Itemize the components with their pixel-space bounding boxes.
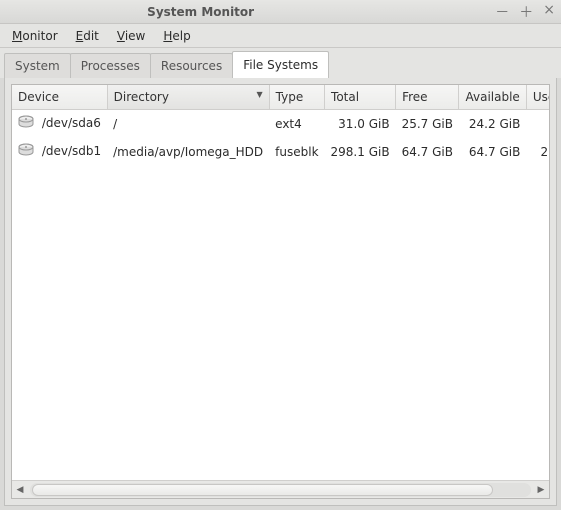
cell-directory: / (107, 110, 269, 138)
col-header-free[interactable]: Free (396, 85, 459, 110)
filesystems-treeview: Device Directory▼ Type Total Free Availa… (11, 84, 550, 499)
table-body: /dev/sda6 / ext4 31.0 GiB 25.7 GiB 24.2 … (12, 110, 549, 166)
table-row[interactable]: /dev/sdb1 /media/avp/Iomega_HDD fuseblk … (12, 138, 549, 166)
tab-processes[interactable]: Processes (70, 53, 151, 79)
col-header-used[interactable]: Used (526, 85, 549, 110)
menu-view[interactable]: View (109, 26, 153, 46)
maximize-button[interactable]: ＋ (519, 2, 533, 22)
cell-device: /dev/sdb1 (42, 144, 101, 158)
cell-device: /dev/sda6 (42, 116, 101, 130)
tab-content: Device Directory▼ Type Total Free Availa… (4, 78, 557, 506)
scroll-right-arrow-icon[interactable]: ▶ (533, 482, 549, 498)
col-header-total[interactable]: Total (325, 85, 396, 110)
cell-total: 31.0 GiB (325, 110, 396, 138)
cell-available: 24.2 GiB (459, 110, 526, 138)
filesystems-table: Device Directory▼ Type Total Free Availa… (12, 85, 549, 166)
close-button[interactable]: × (543, 2, 555, 22)
scrollbar-track[interactable] (30, 483, 531, 497)
tab-system[interactable]: System (4, 53, 71, 79)
col-header-type[interactable]: Type (269, 85, 324, 110)
scroll-left-arrow-icon[interactable]: ◀ (12, 482, 28, 498)
cell-directory: /media/avp/Iomega_HDD (107, 138, 269, 166)
table-wrap: Device Directory▼ Type Total Free Availa… (12, 85, 549, 480)
disk-icon (18, 115, 34, 132)
cell-available: 64.7 GiB (459, 138, 526, 166)
horizontal-scrollbar[interactable]: ◀ ▶ (12, 480, 549, 498)
table-row[interactable]: /dev/sda6 / ext4 31.0 GiB 25.7 GiB 24.2 … (12, 110, 549, 138)
menu-monitor[interactable]: Monitor (4, 26, 66, 46)
cell-free: 64.7 GiB (396, 138, 459, 166)
window-title: System Monitor (0, 5, 495, 19)
titlebar: System Monitor － ＋ × (0, 0, 561, 24)
window-controls: － ＋ × (495, 2, 555, 22)
sort-indicator-icon: ▼ (257, 90, 263, 99)
col-header-directory[interactable]: Directory▼ (107, 85, 269, 110)
col-header-available[interactable]: Available (459, 85, 526, 110)
cell-used: 233 (526, 138, 549, 166)
menu-help[interactable]: Help (155, 26, 198, 46)
disk-icon (18, 143, 34, 160)
menubar: Monitor Edit View Help (0, 24, 561, 48)
tabbar: System Processes Resources File Systems (0, 48, 561, 78)
tab-resources[interactable]: Resources (150, 53, 233, 79)
tab-file-systems[interactable]: File Systems (232, 51, 329, 78)
scrollbar-thumb[interactable] (32, 484, 493, 496)
cell-used: 5 (526, 110, 549, 138)
minimize-button[interactable]: － (495, 2, 509, 22)
cell-total: 298.1 GiB (325, 138, 396, 166)
cell-type: fuseblk (269, 138, 324, 166)
menu-edit[interactable]: Edit (68, 26, 107, 46)
col-header-device[interactable]: Device (12, 85, 107, 110)
cell-type: ext4 (269, 110, 324, 138)
cell-free: 25.7 GiB (396, 110, 459, 138)
